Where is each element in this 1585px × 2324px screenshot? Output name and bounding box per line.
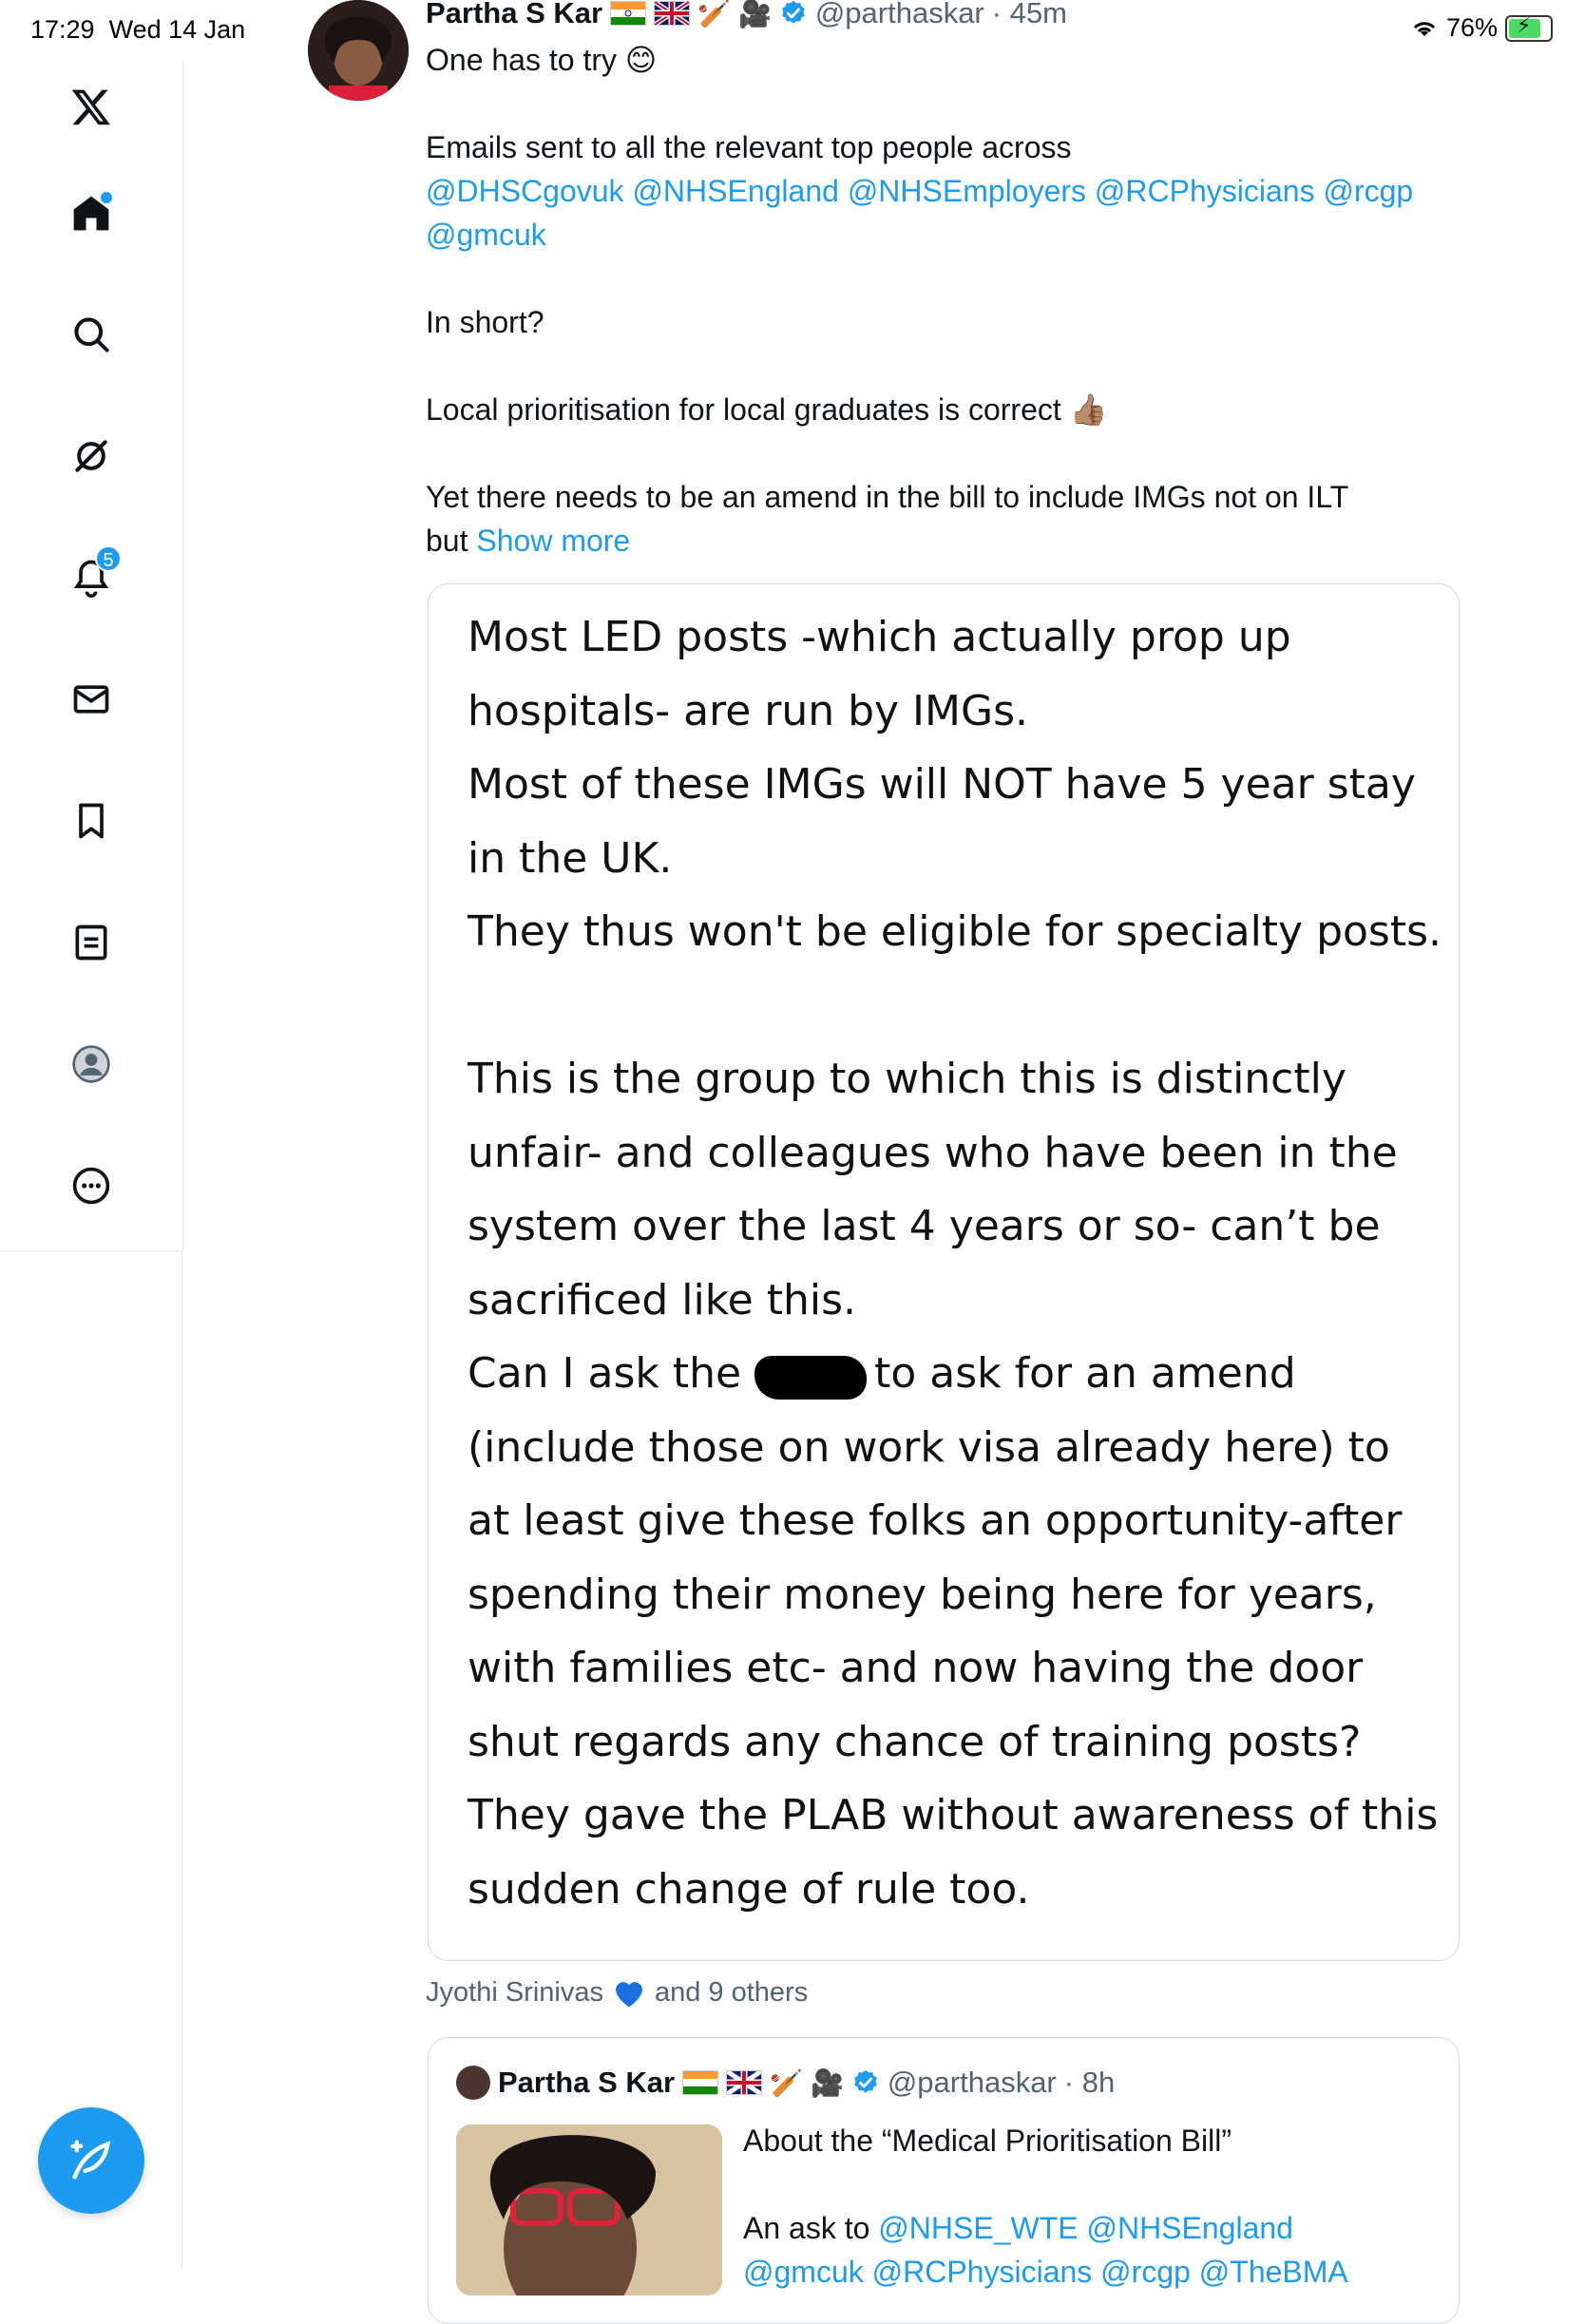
tweet-image-text: Most LED posts -which actually prop up h… [468, 600, 1456, 1926]
camera-icon: 🎥 [810, 2067, 844, 2098]
tweet-line-1: One has to try 😊 [426, 43, 658, 77]
liker-others[interactable]: and 9 others [655, 1977, 808, 2009]
quote-avatar [456, 2066, 490, 2100]
sidebar-divider [0, 1250, 182, 1251]
quote-line-3: @gmcuk @RCPhysicians @rcgp @TheBMA [743, 2255, 1348, 2289]
mention-link[interactable]: @NHSE_WTE [878, 2211, 1078, 2245]
india-flag-icon [682, 2070, 719, 2095]
bell-icon[interactable]: 5 [67, 545, 122, 602]
verified-badge-icon [781, 0, 805, 24]
tweet-in-short: In short? [426, 305, 544, 339]
liker-name[interactable]: Jyothi Srinivas [426, 1977, 603, 2009]
image-text-line: unfair- and colleagues who have been in … [468, 1128, 1398, 1177]
blue-heart-icon [616, 1982, 642, 2008]
image-text-line: (include those on work visa already here… [468, 1422, 1390, 1472]
india-flag-icon [610, 1, 647, 26]
tweet-header: Partha S Kar 🏏 🎥 @parthaskar · 45m [426, 0, 1067, 32]
quote-header: Partha S Kar 🏏 🎥 @parthaskar · 8h [456, 2066, 1115, 2100]
mention-link[interactable]: @NHSEmployers [848, 174, 1086, 208]
image-text-line: shut regards any chance of training post… [468, 1717, 1362, 1766]
author-handle[interactable]: @parthaskar [815, 0, 984, 30]
mention-link[interactable]: @NHSEngland [1086, 2211, 1292, 2245]
tweet-time[interactable]: · 45m [992, 0, 1067, 30]
image-text-line: in the UK. [468, 833, 673, 883]
compose-button[interactable] [38, 2107, 144, 2214]
verified-badge-icon [853, 2069, 877, 2093]
image-text-line: with families etc- and now having the do… [468, 1644, 1364, 1692]
quote-author-name: Partha S Kar [498, 2066, 676, 2099]
tweet-mentions: @DHSCgovuk @NHSEngland @NHSEmployers @RC… [426, 169, 1490, 257]
mention-link[interactable]: @RCPhysicians [1095, 174, 1315, 208]
bookmark-icon[interactable] [67, 796, 116, 846]
image-text-line: This is the group to which this is disti… [468, 1055, 1346, 1103]
notification-badge: 5 [95, 545, 122, 572]
home-icon[interactable] [67, 188, 116, 238]
grok-icon[interactable] [67, 431, 116, 481]
quote-line-1: About the “Medical Prioritisation Bill” [743, 2124, 1232, 2158]
compose-icon [70, 2140, 111, 2180]
quote-handle: @parthaskar [887, 2066, 1057, 2099]
tweet-text: One has to try 😊 Emails sent to all the … [426, 38, 1490, 562]
tweet-yet-line: Yet there needs to be an amend in the bi… [426, 480, 1349, 558]
quote-line-2: An ask to @NHSE_WTE @NHSEngland [743, 2211, 1293, 2245]
profile-icon[interactable] [67, 1039, 116, 1089]
quote-text: About the “Medical Prioritisation Bill” … [743, 2119, 1446, 2294]
show-more-link[interactable]: Show more [476, 524, 630, 558]
wifi-icon [1413, 21, 1436, 36]
image-text-line: Most LED posts -which actually prop up [468, 613, 1291, 661]
image-text-line: hospitals- are run by IMGs. [468, 686, 1029, 735]
quote-thumbnail [456, 2124, 722, 2295]
redaction-mark [754, 1356, 868, 1400]
mention-link[interactable]: @DHSCgovuk [426, 174, 624, 208]
image-text-redacted-line: Can I ask the to ask for an amend [468, 1349, 1296, 1400]
sidebar-border [181, 1250, 182, 2269]
camera-icon: 🎥 [737, 0, 772, 29]
sidebar: 5 [0, 61, 183, 1250]
mention-link[interactable]: @rcgp [1323, 174, 1413, 208]
mention-link[interactable]: @gmcuk [426, 218, 546, 252]
mention-link[interactable]: @NHSEngland [632, 174, 838, 208]
image-text-line: system over the last 4 years or so- can’… [468, 1202, 1381, 1250]
liked-by[interactable]: Jyothi Srinivas and 9 others [426, 1976, 808, 2009]
cricket-icon: 🏏 [697, 0, 731, 29]
quote-time: · 8h [1063, 2066, 1116, 2099]
uk-flag-icon [654, 1, 691, 26]
mail-icon[interactable] [67, 675, 116, 724]
image-text-line [468, 969, 1456, 1043]
search-icon[interactable] [67, 310, 116, 359]
author-name[interactable]: Partha S Kar [426, 0, 602, 30]
image-text-line: spending their money being here for year… [468, 1570, 1377, 1619]
tweet-local-line: Local prioritisation for local graduates… [426, 392, 1108, 427]
x-logo-icon[interactable] [67, 82, 116, 131]
uk-flag-icon [726, 2070, 763, 2095]
home-notification-dot [99, 190, 114, 205]
battery-icon: ⚡ [1505, 13, 1553, 42]
image-text-line: at least give these folks an opportunity… [468, 1496, 1403, 1545]
image-text-line: They gave the PLAB without awareness of … [468, 1791, 1439, 1839]
image-text-line: They thus won't be eligible for specialt… [468, 907, 1442, 956]
more-icon[interactable] [67, 1161, 116, 1210]
list-icon[interactable] [67, 918, 116, 967]
avatar[interactable] [308, 0, 409, 101]
cricket-icon: 🏏 [770, 2067, 803, 2098]
image-text-line: sacrificed like this. [468, 1275, 856, 1324]
image-text-line: Most of these IMGs will NOT have 5 year … [468, 760, 1416, 809]
image-text-line: sudden change of rule too. [468, 1864, 1030, 1914]
tweet-emails-intro: Emails sent to all the relevant top peop… [426, 130, 1072, 164]
status-time: 17:29 Wed 14 Jan [30, 15, 246, 44]
